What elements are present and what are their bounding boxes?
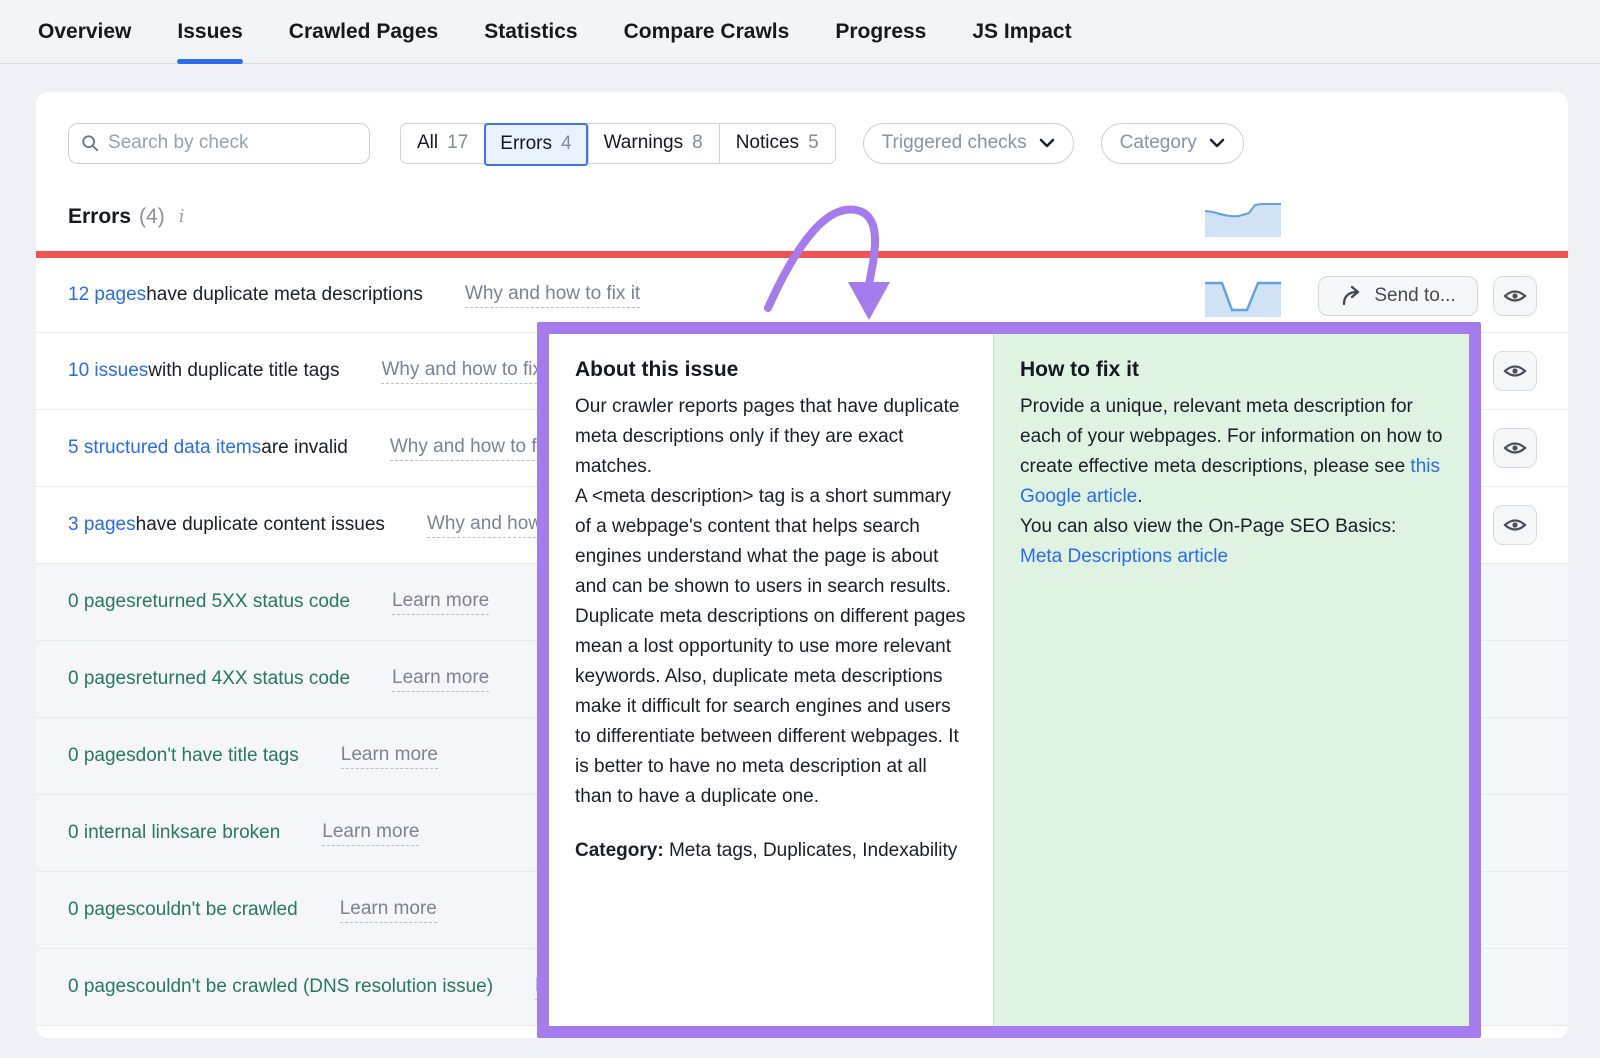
issue-count-link: 0 pages [68, 668, 136, 690]
issue-count-link[interactable]: 5 structured data items [68, 437, 261, 459]
filter-notices[interactable]: Notices 5 [720, 124, 835, 163]
search-box[interactable] [68, 123, 370, 164]
eye-button[interactable] [1493, 276, 1537, 316]
issue-text: with duplicate title tags [148, 360, 339, 382]
about-this-issue-panel: About this issue Our crawler reports pag… [549, 334, 993, 1026]
tab-statistics[interactable]: Statistics [484, 0, 577, 63]
tab-js-impact[interactable]: JS Impact [972, 0, 1071, 63]
filter-errors-count: 4 [561, 133, 572, 155]
how-to-fix-panel: How to fix it Provide a unique, relevant… [993, 334, 1469, 1026]
filter-bar: All 17 Errors 4 Warnings 8 Notices 5 Tri… [36, 92, 1568, 163]
filter-warnings-count: 8 [692, 132, 703, 154]
tab-progress[interactable]: Progress [835, 0, 926, 63]
search-icon [81, 133, 99, 153]
issue-count-link: 0 pages [68, 745, 136, 767]
filter-errors[interactable]: Errors 4 [484, 123, 588, 166]
tab-overview[interactable]: Overview [38, 0, 131, 63]
errors-trend-sparkline [1205, 200, 1281, 237]
learn-more-link[interactable]: Learn more [322, 821, 419, 846]
issue-count-link: 0 pages [68, 899, 136, 921]
tab-crawled-pages[interactable]: Crawled Pages [289, 0, 438, 63]
category-dropdown-label: Category [1120, 132, 1197, 154]
filter-warnings-label: Warnings [604, 132, 684, 154]
issue-count-link: 0 pages [68, 976, 136, 998]
share-arrow-icon [1340, 285, 1364, 307]
eye-button[interactable] [1493, 351, 1537, 391]
about-text: Our crawler reports pages that have dupl… [575, 392, 967, 812]
triggered-checks-label: Triggered checks [882, 132, 1027, 154]
errors-severity-bar [36, 251, 1568, 258]
why-how-to-fix-link[interactable]: Why and how to fix it [465, 283, 640, 308]
issue-text: returned 5XX status code [136, 591, 350, 613]
issue-count-link[interactable]: 10 issues [68, 360, 148, 382]
fix-text: Provide a unique, relevant meta descript… [1020, 392, 1443, 572]
issue-count-link[interactable]: 3 pages [68, 514, 136, 536]
learn-more-link[interactable]: Learn more [341, 744, 438, 769]
severity-filter: All 17 Errors 4 Warnings 8 Notices 5 [400, 123, 836, 164]
issue-text: don't have title tags [136, 745, 299, 767]
about-heading: About this issue [575, 358, 967, 382]
issue-text: couldn't be crawled [136, 899, 298, 921]
chevron-down-icon [1039, 138, 1055, 148]
issue-trend-sparkline [1205, 277, 1281, 317]
learn-more-link[interactable]: Learn more [392, 667, 489, 692]
section-count: (4) [139, 205, 165, 229]
category-dropdown[interactable]: Category [1101, 123, 1244, 164]
eye-icon [1503, 287, 1527, 305]
eye-icon [1503, 516, 1527, 534]
filter-warnings[interactable]: Warnings 8 [588, 124, 720, 163]
eye-button[interactable] [1493, 505, 1537, 545]
filter-all-count: 17 [447, 132, 468, 154]
filter-notices-label: Notices [736, 132, 799, 154]
issue-text: are broken [189, 822, 280, 844]
issue-details-popup: About this issue Our crawler reports pag… [537, 322, 1481, 1038]
issue-count-link: 0 internal links [68, 822, 189, 844]
issue-text: have duplicate meta descriptions [146, 284, 423, 306]
send-to-label: Send to... [1374, 285, 1455, 307]
tab-issues[interactable]: Issues [177, 0, 242, 63]
meta-descriptions-article-link[interactable]: Meta Descriptions article [1020, 546, 1228, 567]
issue-count-link: 0 pages [68, 591, 136, 613]
category-line: Category: Meta tags, Duplicates, Indexab… [575, 836, 967, 866]
filter-notices-count: 5 [808, 132, 819, 154]
section-title: Errors [68, 205, 131, 229]
triggered-checks-dropdown[interactable]: Triggered checks [863, 123, 1074, 164]
errors-section-header: Errors (4) i [36, 203, 1568, 230]
chevron-down-icon [1209, 138, 1225, 148]
search-input[interactable] [108, 132, 357, 154]
learn-more-link[interactable]: Learn more [392, 590, 489, 615]
fix-heading: How to fix it [1020, 358, 1443, 382]
eye-button[interactable] [1493, 428, 1537, 468]
issue-text: returned 4XX status code [136, 668, 350, 690]
tab-compare-crawls[interactable]: Compare Crawls [624, 0, 790, 63]
filter-all[interactable]: All 17 [401, 124, 485, 163]
issue-count-link[interactable]: 12 pages [68, 284, 146, 306]
issue-text: are invalid [261, 437, 348, 459]
info-icon[interactable]: i [179, 206, 185, 227]
filter-all-label: All [417, 132, 438, 154]
issue-text: couldn't be crawled (DNS resolution issu… [136, 976, 493, 998]
eye-icon [1503, 362, 1527, 380]
why-how-to-fix-link[interactable]: Why and how to fix it [381, 359, 556, 384]
top-navigation: Overview Issues Crawled Pages Statistics… [0, 0, 1600, 64]
send-to-button[interactable]: Send to... [1318, 276, 1478, 316]
eye-icon [1503, 439, 1527, 457]
learn-more-link[interactable]: Learn more [340, 898, 437, 923]
filter-errors-label: Errors [500, 133, 552, 155]
issue-text: have duplicate content issues [136, 514, 385, 536]
